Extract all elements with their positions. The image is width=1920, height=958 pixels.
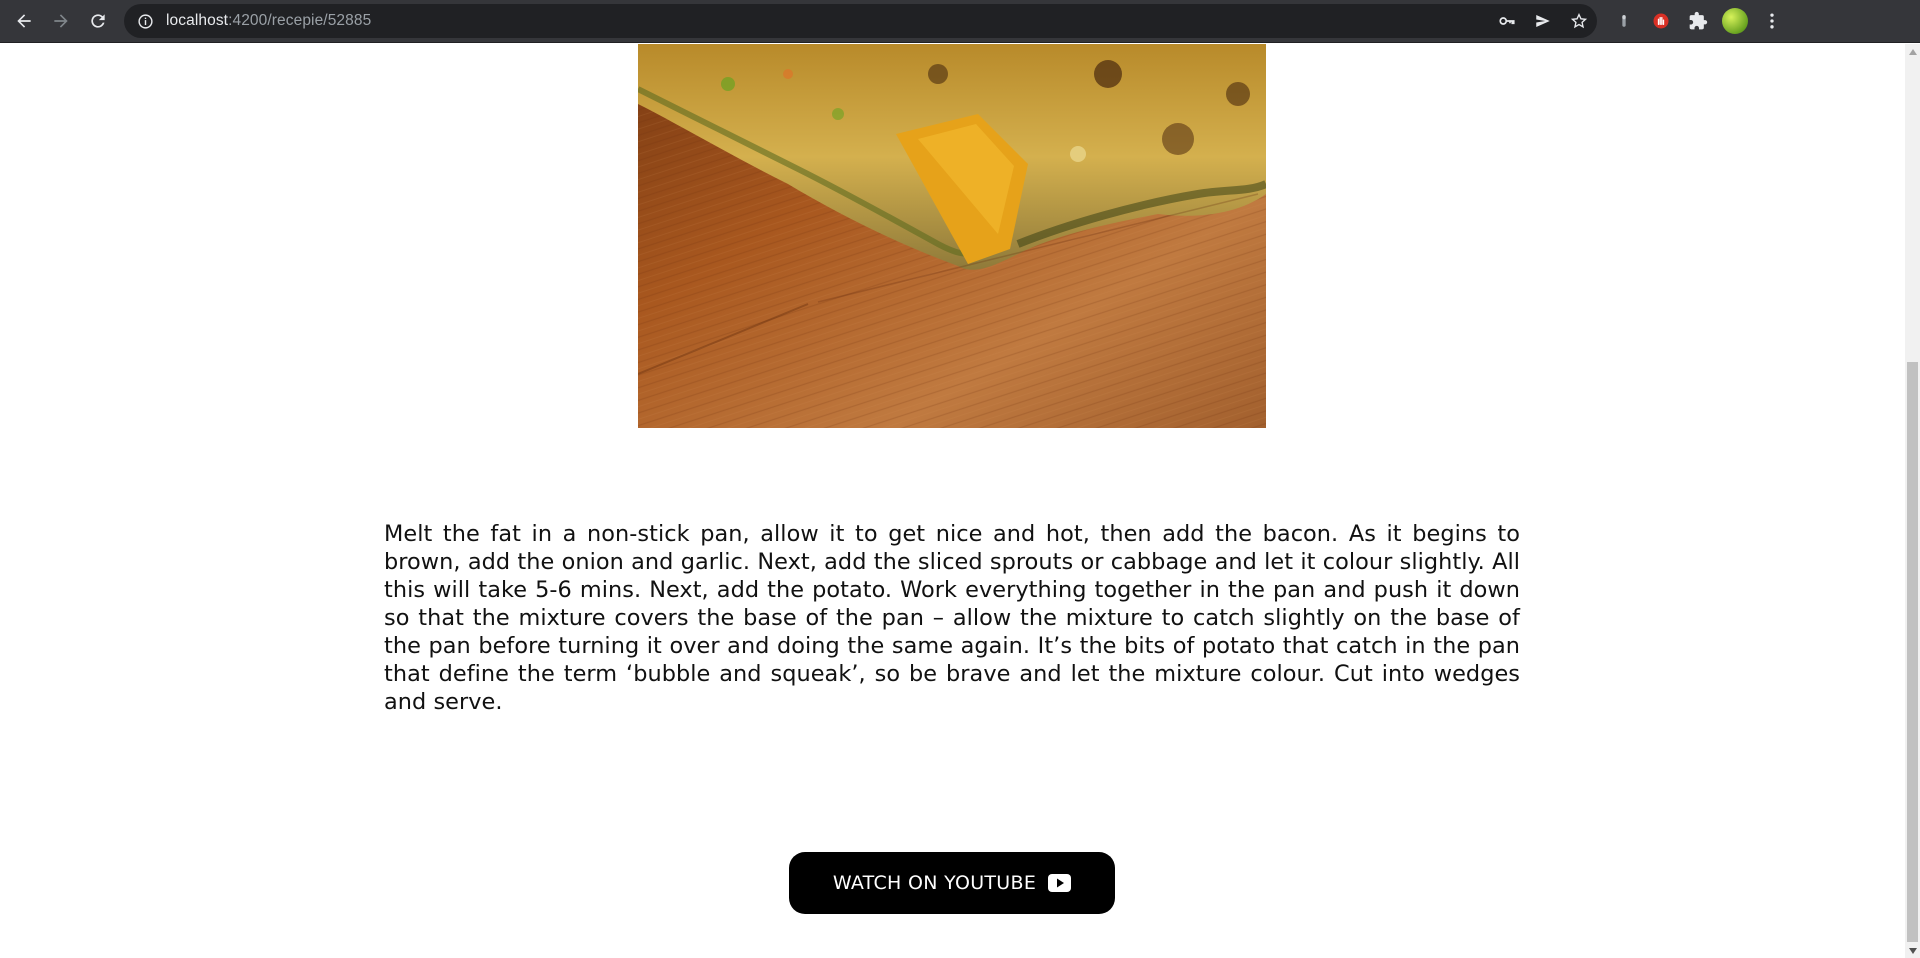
watch-on-youtube-button[interactable]: WATCH ON YOUTUBE	[789, 852, 1115, 914]
key-icon	[1499, 17, 1515, 25]
back-arrow-icon	[17, 14, 31, 28]
avatar	[1721, 8, 1748, 34]
password-button[interactable]	[1489, 6, 1525, 36]
reload-icon	[91, 14, 105, 28]
vertical-scrollbar[interactable]	[1905, 44, 1920, 958]
extensions-menu-button[interactable]	[1679, 4, 1716, 38]
menu-icon	[1769, 13, 1774, 29]
omnibox-actions	[1489, 6, 1597, 36]
page-viewport: Melt the fat in a non-stick pan, allow i…	[0, 44, 1905, 958]
chrome-menu-button[interactable]	[1753, 4, 1790, 38]
back-button[interactable]	[6, 3, 42, 39]
forward-arrow-icon	[54, 14, 68, 28]
profile-button[interactable]	[1716, 4, 1753, 38]
bubble-and-squeak-photo	[638, 44, 1266, 428]
hand-icon	[1653, 13, 1668, 29]
url-path: :4200/recepie/52885	[228, 12, 372, 29]
star-icon	[1570, 13, 1588, 29]
recipe-image	[638, 44, 1266, 428]
send-icon	[1536, 15, 1550, 27]
send-button[interactable]	[1525, 6, 1561, 36]
reload-button[interactable]	[80, 3, 116, 39]
recipe-instructions: Melt the fat in a non-stick pan, allow i…	[384, 521, 1520, 715]
url-host: localhost	[166, 12, 229, 29]
scrollbar-thumb[interactable]	[1907, 362, 1918, 942]
url-text[interactable]: localhost:4200/recepie/52885	[166, 12, 371, 30]
extension-icon	[1621, 15, 1626, 27]
youtube-icon	[1048, 874, 1072, 892]
extension-button-2[interactable]	[1642, 4, 1679, 38]
address-bar[interactable]: localhost:4200/recepie/52885	[124, 4, 1597, 38]
scroll-up-arrow-icon[interactable]	[1905, 44, 1920, 59]
browser-toolbar: localhost:4200/recepie/52885	[0, 0, 1920, 43]
youtube-button-label: WATCH ON YOUTUBE	[832, 872, 1037, 894]
extension-button-1[interactable]	[1605, 4, 1642, 38]
toolbar-extensions	[1605, 4, 1790, 38]
scroll-down-arrow-icon[interactable]	[1905, 943, 1920, 958]
site-info-icon[interactable]	[137, 13, 154, 30]
forward-button[interactable]	[43, 3, 79, 39]
puzzle-icon	[1689, 11, 1707, 30]
bookmark-button[interactable]	[1561, 6, 1597, 36]
